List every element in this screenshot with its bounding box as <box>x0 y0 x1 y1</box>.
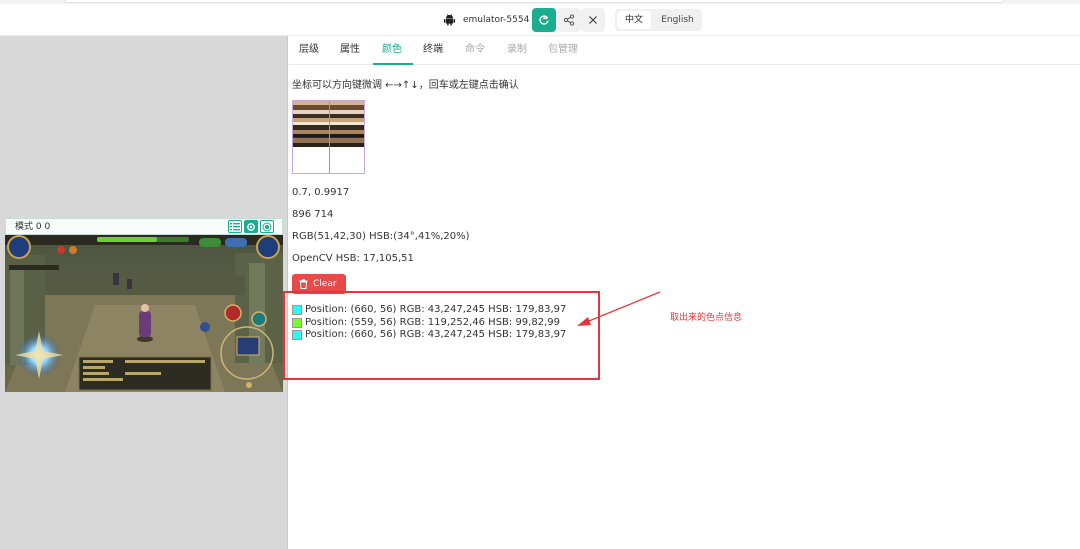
color-swatch <box>292 318 302 328</box>
lang-zh-button[interactable]: 中文 <box>617 11 651 29</box>
language-switch: 中文 English <box>615 9 702 31</box>
refresh-button[interactable] <box>532 8 556 32</box>
picked-color-text: Position: (660, 56) RGB: 43,247,245 HSB:… <box>305 329 567 340</box>
share-icon <box>563 14 575 26</box>
color-swatch <box>292 305 302 315</box>
tab-color[interactable]: 颜色 <box>382 44 402 56</box>
refresh-icon <box>539 15 549 25</box>
toolbar: emulator-5554 中文 English <box>0 4 1080 36</box>
lang-en-button[interactable]: English <box>655 11 700 29</box>
ratio-value: 0.7, 0.9917 <box>292 187 350 198</box>
device-mode-bar: 模式 0 0 <box>5 218 283 235</box>
game-screenshot <box>5 235 283 392</box>
close-icon <box>589 16 597 24</box>
tab-properties[interactable]: 属性 <box>340 44 360 56</box>
keyboard-hint: 坐标可以方向键微调 ←→↑↓，回车或左键点击确认 <box>292 80 519 91</box>
tab-record[interactable]: 录制 <box>507 44 527 56</box>
tab-terminal[interactable]: 终端 <box>423 44 443 56</box>
mode-label: 模式 0 0 <box>15 222 51 232</box>
picked-color-row: Position: (660, 56) RGB: 43,247,245 HSB:… <box>292 304 566 316</box>
tab-hierarchy[interactable]: 层级 <box>299 44 319 56</box>
record-icon[interactable] <box>260 220 274 233</box>
annotation-arrow-icon <box>577 291 661 326</box>
address-pill <box>64 0 1004 3</box>
annotation-label: 取出来的色点信息 <box>670 313 743 323</box>
android-icon <box>443 14 456 26</box>
tab-command[interactable]: 命令 <box>465 44 485 56</box>
close-button[interactable] <box>581 8 605 32</box>
device-name[interactable]: emulator-5554 <box>463 14 529 26</box>
rgb-hsb-value: RGB(51,42,30) HSB:(34°,41%,20%) <box>292 231 470 242</box>
tab-bar: 层级 属性 颜色 终端 命令 录制 包管理 <box>289 36 1080 65</box>
picked-color-text: Position: (559, 56) RGB: 119,252,46 HSB:… <box>305 317 560 328</box>
settings-icon[interactable] <box>244 220 258 233</box>
device-screen[interactable] <box>5 235 283 392</box>
color-magnifier <box>292 100 365 174</box>
tab-package-manager[interactable]: 包管理 <box>548 44 578 56</box>
opencv-hsb-value: OpenCV HSB: 17,105,51 <box>292 253 414 264</box>
trash-icon <box>299 279 308 289</box>
list-icon[interactable] <box>228 220 242 233</box>
active-tab-indicator <box>373 63 413 65</box>
coords-value: 896 714 <box>292 209 334 220</box>
picked-color-text: Position: (660, 56) RGB: 43,247,245 HSB:… <box>305 304 567 315</box>
share-button[interactable] <box>557 8 581 32</box>
picked-color-row: Position: (559, 56) RGB: 119,252,46 HSB:… <box>292 317 560 329</box>
color-swatch <box>292 330 302 340</box>
picked-color-row: Position: (660, 56) RGB: 43,247,245 HSB:… <box>292 329 566 341</box>
device-panel: 模式 0 0 <box>0 36 288 549</box>
